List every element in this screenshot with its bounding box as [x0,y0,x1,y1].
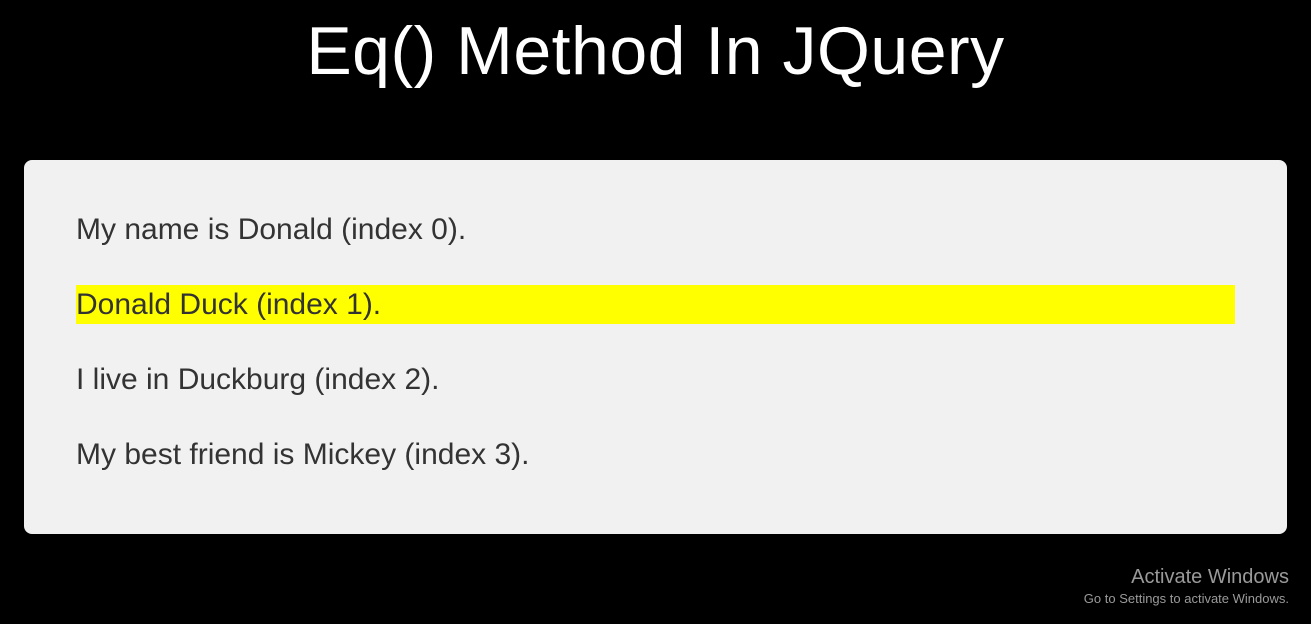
watermark-subtitle: Go to Settings to activate Windows. [1084,591,1289,606]
windows-activation-watermark: Activate Windows Go to Settings to activ… [1084,566,1289,606]
list-item: I live in Duckburg (index 2). [76,360,1235,399]
list-item: My name is Donald (index 0). [76,210,1235,249]
content-box: My name is Donald (index 0). Donald Duck… [24,160,1287,534]
list-item-highlighted: Donald Duck (index 1). [76,285,1235,324]
list-item: My best friend is Mickey (index 3). [76,435,1235,474]
page-title: Eq() Method In JQuery [0,0,1311,120]
watermark-title: Activate Windows [1084,566,1289,589]
